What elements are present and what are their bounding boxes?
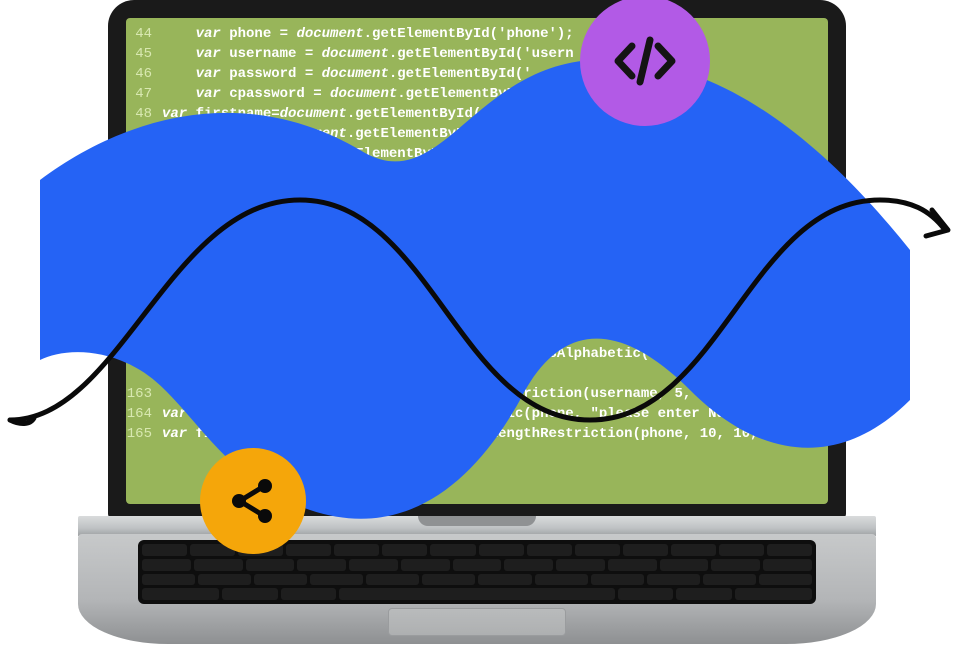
sine-line-arrow	[926, 210, 948, 236]
code-text: = if(lengthRe	[156, 204, 364, 224]
code-editor-content: 44 var phone = document.getElementById('…	[126, 18, 828, 504]
laptop-trackpad	[388, 608, 566, 636]
share-badge	[200, 448, 306, 554]
laptop-hinge	[78, 516, 876, 536]
code-line: 44 var phone = document.getElementById('…	[126, 24, 828, 44]
line-number	[126, 244, 156, 264]
code-text: (isAlphanumeric(cpassw	[156, 304, 700, 324]
sine-line-tail	[10, 418, 34, 424]
line-number: 47	[126, 84, 156, 104]
code-text: engthRestriction(passw	[156, 284, 700, 304]
line-number	[126, 164, 156, 184]
code-line: (isAlphanumeric(cpassw	[126, 304, 828, 324]
illustration-canvas: 44 var phone = document.getElementById('…	[0, 0, 953, 654]
line-number: 50	[126, 144, 156, 164]
code-text: var username = document.getElementById('…	[156, 44, 574, 64]
line-number: 45	[126, 44, 156, 64]
code-text: ")){	[156, 364, 456, 384]
line-number	[126, 224, 156, 244]
code-line: engthRestriction(passw	[126, 284, 828, 304]
code-line: 50 me=document.getElementById	[126, 144, 828, 164]
code-line: 48var firstname=document.getElementById(…	[126, 104, 828, 124]
code-icon	[608, 24, 682, 98]
line-number: 44	[126, 24, 156, 44]
code-line: me=document.getE	[126, 184, 828, 204]
code-text: var firstname=document.getElementById	[156, 124, 473, 144]
line-number	[126, 344, 156, 364]
code-line: if(isAl	[126, 224, 828, 244]
code-text: if(isAl	[156, 224, 338, 244]
code-text: ');if(isAlphabetic(username,"Please Ente…	[156, 344, 828, 364]
laptop-screen: 44 var phone = document.getElementById('…	[126, 18, 828, 504]
code-line: 45 var username = document.getElementByI…	[126, 44, 828, 64]
code-text: me=document.getE	[156, 184, 364, 204]
line-number	[126, 284, 156, 304]
code-line: 46 var password = document.getElementByI…	[126, 64, 828, 84]
line-number	[126, 304, 156, 324]
code-text: ID No");	[156, 244, 624, 264]
code-text: phanumeric(passw	[156, 264, 666, 284]
code-text: var fi 'fname');if(isNumeric(phone, "ple…	[156, 404, 784, 424]
code-text: var firstname ById('fname');if(lengthRes…	[156, 424, 817, 444]
line-number: 49	[126, 124, 156, 144]
code-line: ID No");	[126, 244, 828, 264]
code-line: ');if(isAlphabetic(username,"Please Ente…	[126, 344, 828, 364]
code-text: 'fname');if(lengthRestriction(username, …	[156, 384, 784, 404]
laptop-device: 44 var phone = document.getElementById('…	[78, 0, 876, 654]
line-number	[126, 264, 156, 284]
line-number	[126, 204, 156, 224]
code-line: 163 'fname');if(lengthRestriction(userna…	[126, 384, 828, 404]
code-line: ")){	[126, 364, 828, 384]
line-number: 163	[126, 384, 156, 404]
code-line: 49var firstname=document.getElementById	[126, 124, 828, 144]
code-line: 47 var cpassword = document.getElementBy…	[126, 84, 828, 104]
line-number	[126, 184, 156, 204]
code-text: if(lengthRestriction(cpassword, 5, 10,"f…	[156, 324, 828, 344]
code-text: var firstname=document.getElementById('	[156, 104, 490, 124]
code-line: if(lengthRestriction(cpassword, 5, 10,"f…	[126, 324, 828, 344]
line-number: 46	[126, 64, 156, 84]
line-number: 48	[126, 104, 156, 124]
code-line: phanumeric(passw	[126, 264, 828, 284]
code-line: 164var fi 'fname');if(isNumeric(phone, "…	[126, 404, 828, 424]
hinge-notch	[418, 516, 536, 526]
line-number	[126, 324, 156, 344]
line-number	[126, 364, 156, 384]
laptop-base	[78, 534, 876, 644]
line-number: 165	[126, 424, 156, 444]
share-icon	[223, 471, 283, 531]
code-text: me=document.getElementById	[156, 144, 448, 164]
code-badge	[580, 0, 710, 126]
code-line: 165var firstname ById('fname');if(length…	[126, 424, 828, 444]
code-text: var phone = document.getElementById('pho…	[156, 24, 574, 44]
code-text: var password = document.getElementById('	[156, 64, 532, 84]
code-line: = if(lengthRe	[126, 204, 828, 224]
line-number: 164	[126, 404, 156, 424]
code-line: me=document.getElement	[126, 164, 828, 184]
code-text: me=document.getElement	[156, 164, 414, 184]
code-text: var cpassword = document.getElementById	[156, 84, 523, 104]
